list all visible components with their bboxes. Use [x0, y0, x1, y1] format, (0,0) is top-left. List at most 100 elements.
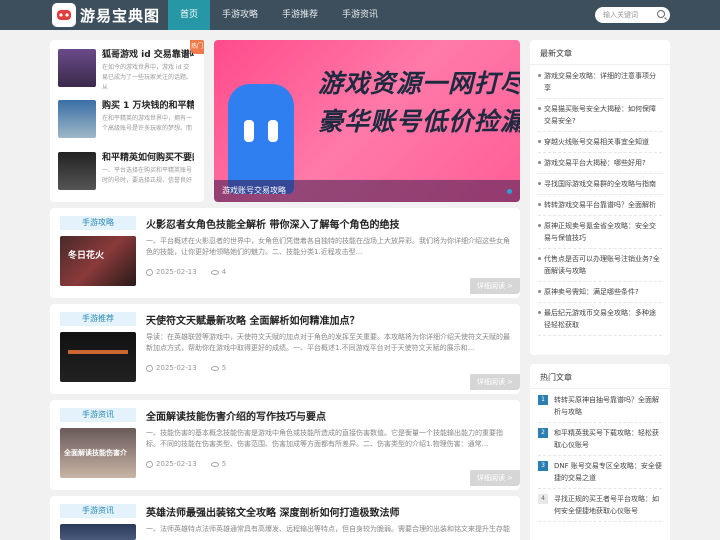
hero-banner[interactable]: 游戏资源一网打尽 豪华账号低价捡漏 游戏账号交易攻略: [214, 40, 520, 202]
nav-recommend[interactable]: 手游推荐: [270, 0, 330, 30]
main-nav: 首页 手游攻略 手游推荐 手游资讯: [168, 0, 390, 30]
mini-desc: 在和平精英的游戏世界中，拥有一个高级账号是许多玩家的梦想。而: [102, 115, 193, 132]
list-item[interactable]: 转转游戏交易平台靠谱吗？全面解析: [538, 199, 662, 216]
nav-guides[interactable]: 手游攻略: [210, 0, 270, 30]
list-item[interactable]: 3 DNF 账号交易专区全攻略：安全便捷的交易之道: [538, 460, 662, 489]
search-icon[interactable]: [657, 10, 665, 18]
category-tag[interactable]: 手游攻略: [60, 216, 136, 230]
article-thumb[interactable]: 全面解读技能伤害介: [60, 428, 136, 478]
latest-list: 游戏交易全攻略：详细的注意事项分享 交易猫买账号安全大揭秘：如何保障交易安全? …: [538, 70, 662, 340]
eye-icon: [210, 365, 219, 371]
mini-thumb: [58, 49, 96, 87]
article-meta: 2025-02-13 4: [146, 268, 226, 276]
gamepad-icon: [52, 3, 76, 27]
mini-thumb: [58, 100, 96, 138]
list-item[interactable]: 代售点是否可以办理账号注销业务?全面解读与攻略: [538, 253, 662, 282]
read-more-button[interactable]: 详细阅读 >: [470, 470, 520, 486]
category-tag[interactable]: 手游推荐: [60, 312, 136, 326]
list-item[interactable]: 游戏交易全攻略：详细的注意事项分享: [538, 70, 662, 99]
hot-articles-panel: 热门文章 1 转转买原神自抽号靠谱吗？全面解析与攻略 2 和平精英我买号下载攻略：轻…: [530, 364, 670, 540]
article-card: 手游资讯 全面解读技能伤害介 全面解读技能伤害介绍的写作技巧与要点 一、技能伤害…: [50, 400, 520, 490]
article-title[interactable]: 英雄法师最强出装铭文全攻略 深度剖析如何打造极致法师: [146, 504, 399, 519]
list-item[interactable]: 1 转转买原神自抽号靠谱吗？全面解析与攻略: [538, 394, 662, 423]
banner-line-2: 豪华账号低价捡漏: [318, 107, 520, 136]
category-tag[interactable]: 手游资讯: [60, 408, 136, 422]
article-card: 手游攻略 冬日花火 火影忍者女角色技能全解析 带你深入了解每个角色的绝技 一、平…: [50, 208, 520, 298]
list-item[interactable]: 游戏交易平台大揭秘：哪些好用?: [538, 157, 662, 174]
rank-badge: 4: [538, 494, 548, 504]
mini-thumb: [58, 152, 96, 190]
article-desc: 导读：在英雄联盟等游戏中，天使符文天赋的加点对于角色的发挥至关重要。本攻略将为你…: [146, 333, 510, 352]
clock-icon: [146, 460, 153, 468]
clock-icon: [146, 268, 153, 276]
category-tag[interactable]: 手游资讯: [60, 504, 136, 518]
article-desc: 一、技能伤害的基本概念技能伤害是游戏中角色或技能所造成的直接伤害数值。它是衡量一…: [146, 429, 503, 448]
read-more-button[interactable]: 详细阅读 >: [470, 374, 520, 390]
eye-icon: [210, 269, 219, 275]
hot-item-text: 转转买原神自抽号靠谱吗？全面解析与攻略: [554, 396, 659, 416]
rank-badge: 1: [538, 395, 548, 405]
article-thumb[interactable]: [60, 524, 136, 540]
logo-text: 游易宝典图: [80, 6, 161, 25]
list-item[interactable]: 交易猫买账号安全大揭秘：如何保障交易安全?: [538, 103, 662, 132]
search-placeholder: 输入关键词: [603, 11, 638, 19]
list-item[interactable]: 寻找国际游戏交易群的全攻略与指南: [538, 178, 662, 195]
article-card: 手游推荐 天使符文天赋最新攻略 全面解析如何精准加点？ 导读：在英雄联盟等游戏中…: [50, 304, 520, 394]
featured-mini-list: 狐哥游戏 id 交易靠谱吗？ 在如今的游戏世界中，游戏 id 交易已成为了一些玩…: [50, 40, 204, 202]
mini-title[interactable]: 和平精英如何购买不要的账号: [102, 152, 194, 164]
article-views: 4: [221, 268, 227, 276]
article-date: 2025-02-13: [156, 460, 197, 468]
banner-caption[interactable]: 游戏账号交易攻略: [214, 180, 520, 202]
hot-item-text: 和平精英我买号下载攻略：轻松获取心仪账号: [554, 429, 659, 449]
article-views: 5: [221, 364, 227, 372]
search-input[interactable]: 输入关键词: [595, 7, 670, 23]
carousel-dot[interactable]: [507, 189, 512, 194]
hot-item-text: 寻找正规的买王者号平台攻略：如何安全便捷地获取心仪账号: [554, 495, 659, 515]
list-item[interactable]: 最后纪元游戏币交易全攻略：多种途径轻松获取: [538, 307, 662, 336]
article-title[interactable]: 火影忍者女角色技能全解析 带你深入了解每个角色的绝技: [146, 216, 399, 231]
article-title[interactable]: 全面解读技能伤害介绍的写作技巧与要点: [146, 408, 326, 423]
article-thumb[interactable]: [60, 332, 136, 382]
eye-icon: [210, 461, 219, 467]
article-desc: 一、法师英雄特点法师英雄通常具有高爆发、远程输出等特点，但自身较为脆弱。需要合理…: [146, 525, 510, 533]
list-item[interactable]: 4 寻找正规的买王者号平台攻略：如何安全便捷地获取心仪账号: [538, 493, 662, 522]
hot-list: 1 转转买原神自抽号靠谱吗？全面解析与攻略 2 和平精英我买号下载攻略：轻松获取心仪…: [538, 394, 662, 526]
list-item[interactable]: 穿越火线账号交易相关事宜全知道: [538, 136, 662, 153]
mini-title[interactable]: 购买 1 万块钱的和平精英: [102, 100, 194, 112]
mini-desc: 一、平台选择在购买和平精英账号时的号时，要选择正规、信誉良好: [102, 167, 193, 184]
rank-badge: 2: [538, 428, 548, 438]
list-item[interactable]: 购买 1 万块钱的和平精英 在和平精英的游戏世界中，拥有一个高级账号是许多玩家的…: [58, 100, 194, 144]
article-title[interactable]: 天使符文天赋最新攻略 全面解析如何精准加点？: [146, 312, 359, 327]
site-logo[interactable]: 游易宝典图: [52, 3, 160, 27]
divider: [530, 64, 670, 65]
mini-title[interactable]: 狐哥游戏 id 交易靠谱吗？: [102, 49, 194, 61]
article-desc: 一、平台概述在火影忍者的世界中，女角色们凭借着各自独特的技能在战场上大放异彩。我…: [146, 237, 510, 256]
top-header: 游易宝典图 首页 手游攻略 手游推荐 手游资讯 输入关键词: [0, 0, 720, 30]
robot-eye: [244, 120, 254, 142]
article-meta: 2025-02-13 5: [146, 364, 226, 372]
mini-desc: 在如今的游戏世界中，游戏 id 交易已成为了一些玩家关注的话题。从: [102, 64, 193, 91]
hot-title: 热门文章: [540, 373, 572, 382]
hot-badge: 热门: [190, 40, 204, 54]
nav-home[interactable]: 首页: [168, 0, 211, 30]
latest-articles-panel: 最新文章 游戏交易全攻略：详细的注意事项分享 交易猫买账号安全大揭秘：如何保障交…: [530, 40, 670, 355]
list-item[interactable]: 原神正规卖号氪金省全攻略：安全交易与保值技巧: [538, 220, 662, 249]
thumb-text: 冬日花火: [68, 251, 105, 261]
article-meta: 2025-02-13 5: [146, 460, 226, 468]
list-item[interactable]: 2 和平精英我买号下载攻略：轻松获取心仪账号: [538, 427, 662, 456]
robot-mascot-icon: [228, 84, 294, 194]
article-card: 手游资讯 英雄法师最强出装铭文全攻略 深度剖析如何打造极致法师 一、法师英雄特点…: [50, 496, 520, 540]
read-more-button[interactable]: 详细阅读 >: [470, 278, 520, 294]
article-views: 5: [221, 460, 227, 468]
list-item[interactable]: 和平精英如何购买不要的账号 一、平台选择在购买和平精英账号时的号时，要选择正规、…: [58, 152, 194, 196]
robot-eye: [268, 120, 278, 142]
thumb-text: 全面解读技能伤害介: [64, 449, 127, 457]
rank-badge: 3: [538, 461, 548, 471]
thumb-stripe: [68, 350, 128, 354]
banner-line-1: 游戏资源一网打尽: [318, 69, 520, 98]
article-thumb[interactable]: 冬日花火: [60, 236, 136, 286]
nav-news[interactable]: 手游资讯: [330, 0, 390, 30]
list-item[interactable]: 原神卖号需知：满足哪些条件?: [538, 286, 662, 303]
article-date: 2025-02-13: [156, 364, 197, 372]
list-item[interactable]: 狐哥游戏 id 交易靠谱吗？ 在如今的游戏世界中，游戏 id 交易已成为了一些玩…: [58, 49, 194, 93]
